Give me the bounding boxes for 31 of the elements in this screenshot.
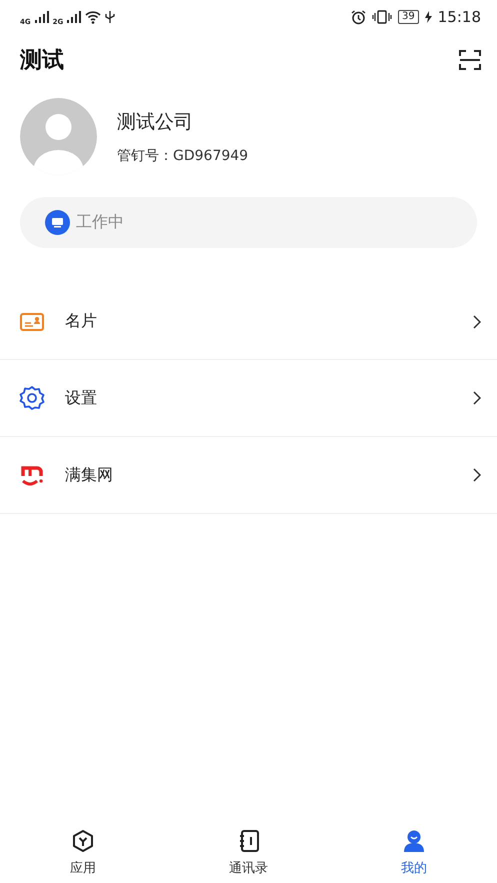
charging-icon [424, 11, 432, 23]
menu-item[interactable]: 满集网 [0, 437, 497, 514]
signal-icon [67, 11, 82, 23]
menu-item[interactable]: 名片 [0, 284, 497, 360]
tab[interactable]: 通讯录 [166, 825, 332, 877]
clock-time: 15:18 [438, 8, 481, 26]
settings-icon [19, 385, 45, 411]
company-name: 测试公司 [117, 110, 194, 134]
wifi-icon [85, 10, 102, 24]
chevron-icon [473, 314, 481, 328]
battery-level: 39 [398, 10, 419, 24]
business-card-icon [20, 312, 44, 332]
menu-label: 满集网 [65, 464, 113, 486]
scan-icon[interactable] [459, 49, 481, 71]
menu-item[interactable]: 设置 [0, 360, 497, 437]
tab[interactable]: 应用 [0, 825, 166, 877]
usb-icon [105, 10, 116, 24]
signal-icon [34, 11, 49, 23]
vibrate-icon [372, 10, 392, 24]
menu-label: 设置 [65, 388, 97, 408]
menu-label: 名片 [65, 311, 97, 332]
page-title: 测试 [20, 47, 64, 75]
alarm-icon [351, 10, 366, 24]
hexagon-icon [70, 829, 95, 853]
tab[interactable]: 我的 [331, 825, 497, 877]
chevron-icon [473, 391, 481, 405]
monitor-icon [45, 210, 70, 235]
person-icon [402, 829, 426, 853]
avatar-icon [20, 98, 97, 175]
chevron-icon [473, 468, 481, 482]
account-id: 管钉号：GD967949 [117, 146, 248, 164]
